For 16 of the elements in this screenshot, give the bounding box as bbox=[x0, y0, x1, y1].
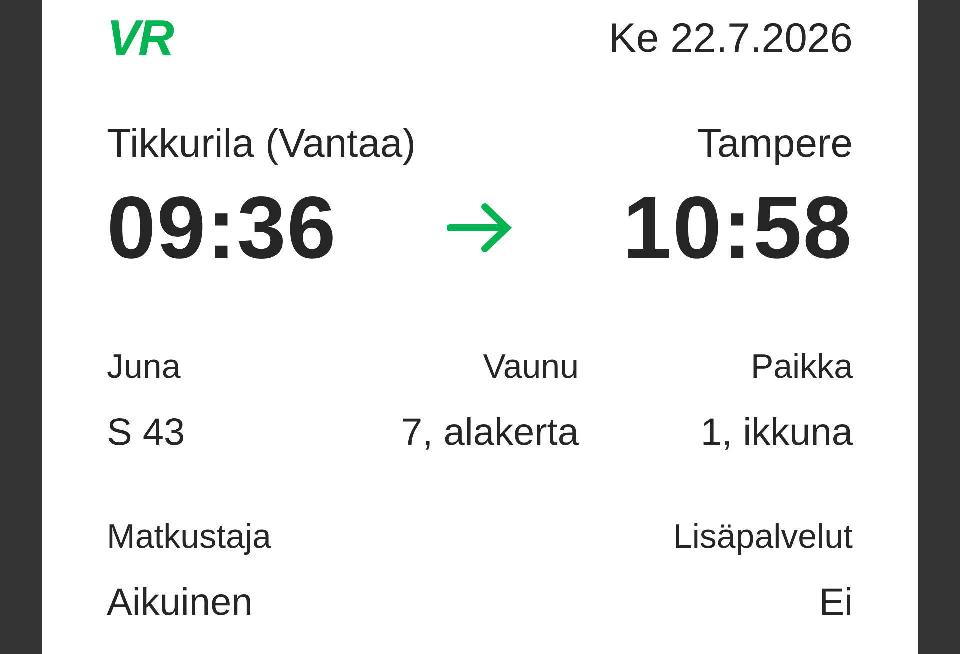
field-label: Lisäpalvelut bbox=[673, 520, 853, 554]
field-label: Matkustaja bbox=[107, 520, 272, 554]
departure-station: Tikkurila (Vantaa) bbox=[107, 124, 416, 164]
departure-time: 09:36 bbox=[107, 184, 338, 272]
arrival-time: 10:58 bbox=[622, 184, 853, 272]
field-value: S 43 bbox=[107, 414, 186, 452]
travel-date: Ke 22.7.2026 bbox=[609, 18, 853, 58]
field-value: Ei bbox=[819, 584, 853, 622]
arrival-station: Tampere bbox=[697, 124, 853, 164]
field-label: Vaunu bbox=[483, 350, 579, 384]
field-value: 7, alakerta bbox=[402, 414, 579, 452]
field-label: Juna bbox=[107, 350, 181, 384]
field-label: Paikka bbox=[750, 350, 853, 384]
field-value: Aikuinen bbox=[107, 584, 253, 622]
logo: VR bbox=[107, 13, 172, 63]
field-value: 1, ikkuna bbox=[700, 414, 853, 452]
